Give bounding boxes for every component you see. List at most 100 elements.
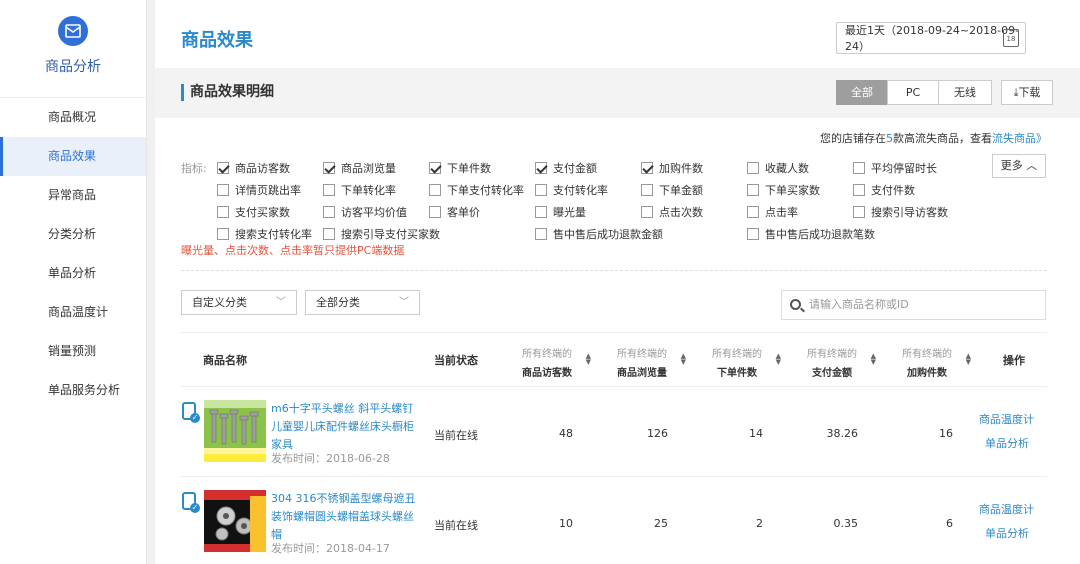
checkbox-icon[interactable] — [747, 228, 759, 240]
checkbox-icon[interactable] — [535, 228, 547, 240]
metric-checkbox[interactable]: 点击次数 — [641, 204, 703, 220]
product-name-link[interactable]: m6十字平头螺丝 斜平头螺钉儿童婴儿床配件螺丝床头橱柜家具 — [271, 400, 423, 454]
metric-checkbox[interactable]: 商品访客数 — [217, 160, 290, 176]
metric-checkbox[interactable]: 商品浏览量 — [323, 160, 396, 176]
metric-checkbox[interactable]: 平均停留时长 — [853, 160, 937, 176]
all-category-select[interactable]: 全部分类 ﹀ — [305, 290, 420, 315]
sort-icon[interactable]: ▲ ▼ — [776, 353, 781, 366]
checkbox-icon[interactable] — [853, 184, 865, 196]
sidebar-item-forecast[interactable]: 销量预测 — [0, 332, 146, 371]
metric-checkbox[interactable]: 点击率 — [747, 204, 798, 220]
thermometer-link[interactable]: 商品温度计 — [979, 411, 1034, 427]
download-button[interactable]: ⤓下载 — [1001, 80, 1053, 105]
metric-checkbox[interactable]: 搜索支付转化率 — [217, 226, 312, 242]
metric-label: 平均停留时长 — [871, 162, 937, 175]
sidebar-item-category[interactable]: 分类分析 — [0, 215, 146, 254]
checkbox-icon[interactable] — [747, 162, 759, 174]
tab-pc[interactable]: PC — [887, 80, 939, 105]
checkbox-icon[interactable] — [535, 184, 547, 196]
metric-label: 加购件数 — [659, 162, 703, 175]
metric-checkbox[interactable]: 下单件数 — [429, 160, 491, 176]
metric-checkbox[interactable]: 支付件数 — [853, 182, 915, 198]
sidebar-item-thermometer[interactable]: 商品温度计 — [0, 293, 146, 332]
checkbox-checked-icon[interactable] — [535, 162, 547, 174]
sort-icon[interactable]: ▲ ▼ — [871, 353, 876, 366]
metric-checkbox[interactable]: 详情页跳出率 — [217, 182, 301, 198]
metric-checkbox[interactable]: 下单转化率 — [323, 182, 396, 198]
sidebar-item-service[interactable]: 单品服务分析 — [0, 371, 146, 410]
checkbox-icon[interactable] — [535, 206, 547, 218]
metric-checkbox[interactable]: 支付转化率 — [535, 182, 608, 198]
checkbox-icon[interactable] — [429, 184, 441, 196]
product-thumbnail[interactable] — [204, 490, 266, 552]
sidebar-item-abnormal[interactable]: 异常商品 — [0, 176, 146, 215]
metric-checkbox[interactable]: 曝光量 — [535, 204, 586, 220]
tab-wireless[interactable]: 无线 — [938, 80, 992, 105]
checkbox-checked-icon[interactable] — [323, 162, 335, 174]
mobile-icon — [182, 492, 200, 513]
metric-label: 售中售后成功退款笔数 — [765, 228, 875, 241]
checkbox-checked-icon[interactable] — [641, 162, 653, 174]
metric-checkbox[interactable]: 收藏人数 — [747, 160, 809, 176]
checkbox-icon[interactable] — [323, 184, 335, 196]
sort-icon[interactable]: ▲ ▼ — [681, 353, 686, 366]
thermometer-link[interactable]: 商品温度计 — [979, 501, 1034, 517]
metric-checkbox[interactable]: 访客平均价值 — [323, 204, 407, 220]
checkbox-icon[interactable] — [217, 228, 229, 240]
chevron-down-icon: ﹀ — [276, 297, 286, 308]
product-name-link[interactable]: 304 316不锈钢盖型螺母遮丑装饰螺帽圆头螺帽盖球头螺丝帽 — [271, 490, 423, 544]
checkbox-icon[interactable] — [641, 206, 653, 218]
search-input[interactable]: 请输入商品名称或ID — [781, 290, 1046, 320]
single-analysis-link[interactable]: 单品分析 — [985, 435, 1029, 451]
sidebar-item-effect[interactable]: 商品效果 — [0, 137, 146, 176]
checkbox-icon[interactable] — [429, 206, 441, 218]
metric-checkbox[interactable]: 客单价 — [429, 204, 480, 220]
custom-category-select[interactable]: 自定义分类 ﹀ — [181, 290, 297, 315]
checkbox-checked-icon[interactable] — [217, 162, 229, 174]
sidebar-title: 商品分析 — [45, 59, 101, 75]
metric-checkbox[interactable]: 支付买家数 — [217, 204, 290, 220]
col-views-header[interactable]: 所有终端的 商品浏览量 ▲ ▼ — [602, 345, 686, 379]
sidebar-item-overview[interactable]: 商品概况 — [0, 98, 146, 137]
checkbox-icon[interactable] — [323, 206, 335, 218]
checkbox-icon[interactable] — [747, 184, 759, 196]
single-analysis-link[interactable]: 单品分析 — [985, 525, 1029, 541]
metric-label: 搜索引导访客数 — [871, 206, 948, 219]
checkbox-icon[interactable] — [217, 206, 229, 218]
checkbox-checked-icon[interactable] — [429, 162, 441, 174]
calendar-icon[interactable]: 18 — [1003, 29, 1019, 47]
col-visitors-header[interactable]: 所有终端的 商品访客数 ▲ ▼ — [507, 345, 591, 379]
col-cart-header[interactable]: 所有终端的 加购件数 ▲ ▼ — [887, 345, 971, 379]
metric-checkbox[interactable]: 搜索引导访客数 — [853, 204, 948, 220]
metric-checkbox[interactable]: 支付金额 — [535, 160, 597, 176]
metric-label: 收藏人数 — [765, 162, 809, 175]
orders-cell: 2 — [756, 517, 763, 530]
metric-checkbox[interactable]: 加购件数 — [641, 160, 703, 176]
col-orders-header[interactable]: 所有终端的 下单件数 ▲ ▼ — [697, 345, 781, 379]
sidebar-item-single[interactable]: 单品分析 — [0, 254, 146, 293]
mobile-icon — [182, 402, 200, 423]
metric-checkbox[interactable]: 下单金额 — [641, 182, 703, 198]
col-pay-header[interactable]: 所有终端的 支付金额 ▲ ▼ — [792, 345, 876, 379]
checkbox-icon[interactable] — [747, 206, 759, 218]
product-thumbnail[interactable] — [204, 400, 266, 462]
checkbox-icon[interactable] — [641, 184, 653, 196]
more-button[interactable]: 更多 ︿ — [992, 154, 1046, 178]
metric-label: 下单金额 — [659, 184, 703, 197]
checkbox-icon[interactable] — [323, 228, 335, 240]
checkbox-icon[interactable] — [853, 162, 865, 174]
lost-goods-link[interactable]: 流失商品》 — [992, 132, 1047, 145]
checkbox-icon[interactable] — [217, 184, 229, 196]
sort-icon[interactable]: ▲ ▼ — [586, 353, 591, 366]
metric-checkbox[interactable]: 下单买家数 — [747, 182, 820, 198]
metric-checkbox[interactable]: 售中售后成功退款笔数 — [747, 226, 875, 242]
metric-checkbox[interactable]: 下单支付转化率 — [429, 182, 524, 198]
tab-all[interactable]: 全部 — [836, 80, 888, 105]
metric-checkbox[interactable]: 搜索引导支付买家数 — [323, 226, 440, 242]
checkbox-icon[interactable] — [853, 206, 865, 218]
cart-cell: 16 — [939, 427, 953, 440]
metric-checkbox[interactable]: 售中售后成功退款金额 — [535, 226, 663, 242]
sort-icon[interactable]: ▲ ▼ — [966, 353, 971, 366]
date-range-picker[interactable]: 最近1天（2018-09-24~2018-09-24） 18 — [836, 22, 1026, 54]
status-cell: 当前在线 — [434, 519, 478, 532]
